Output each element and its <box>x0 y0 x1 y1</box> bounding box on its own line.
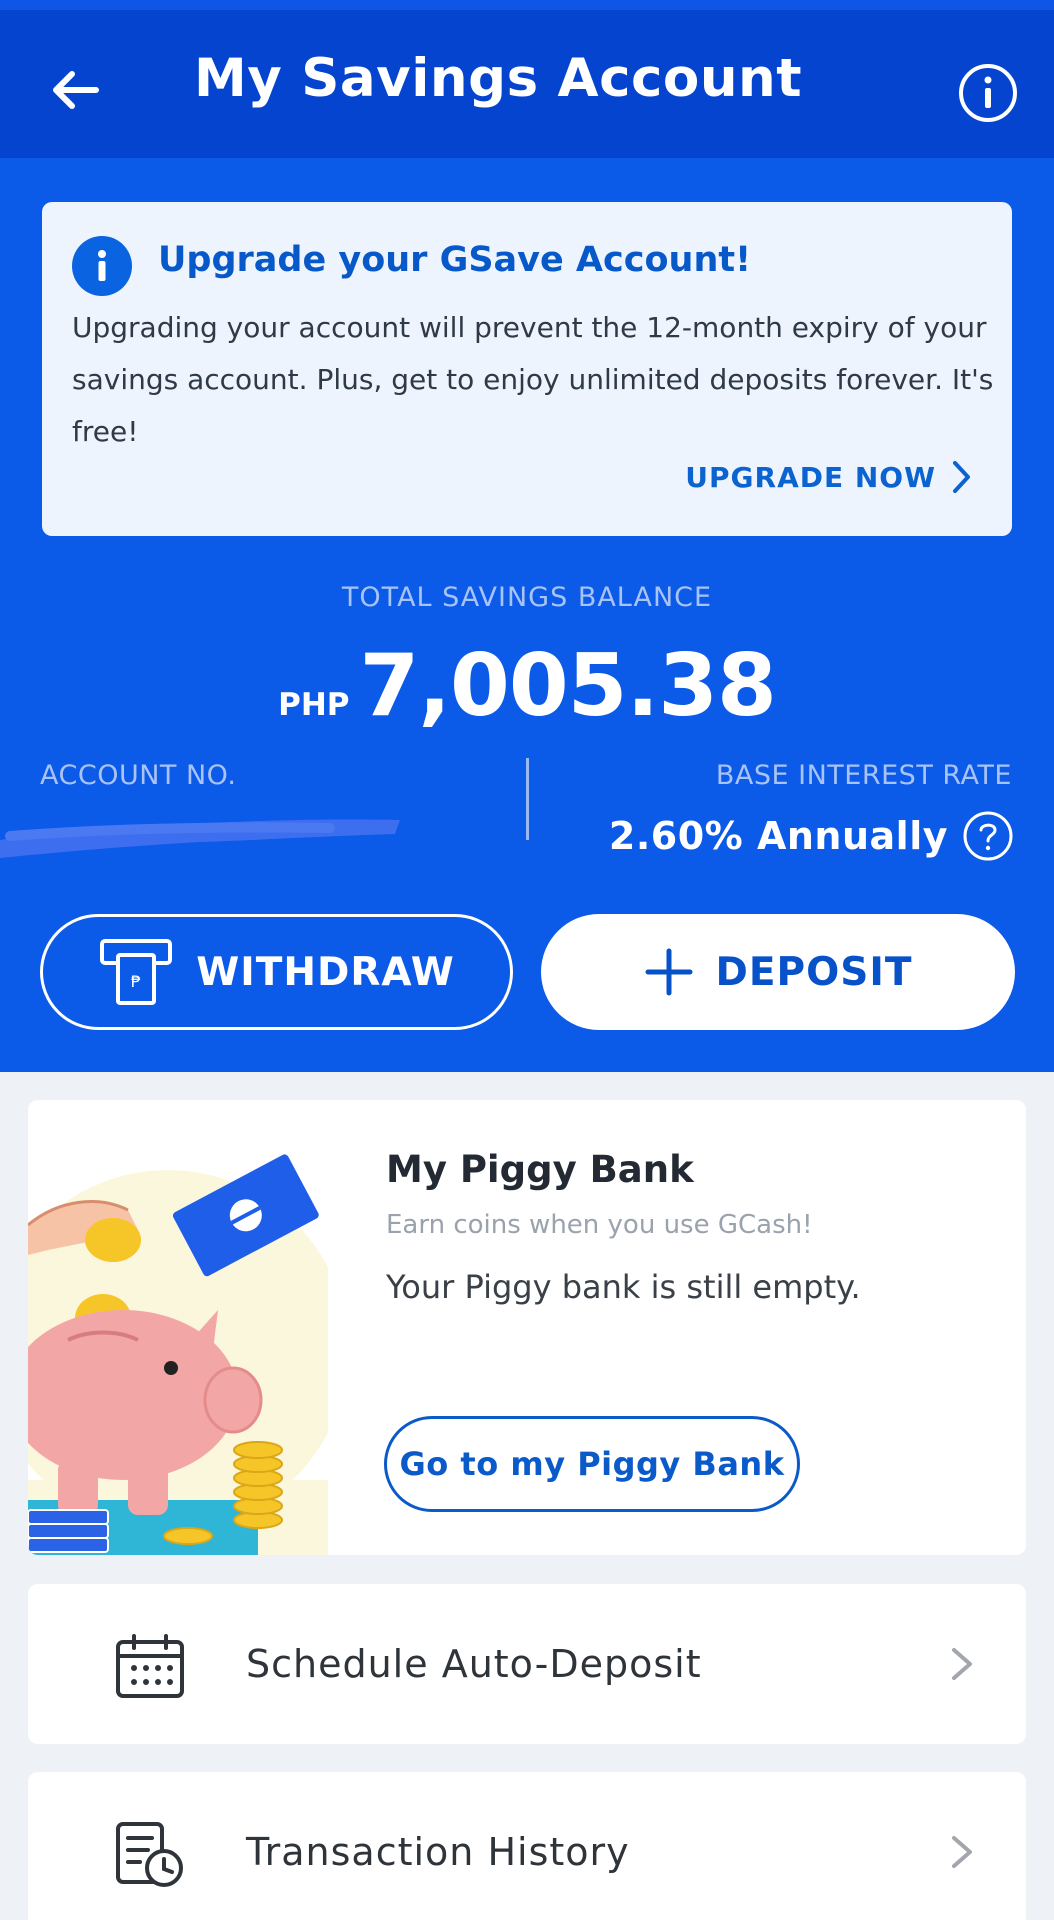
info-divider <box>526 758 529 840</box>
chevron-right-icon <box>952 1648 972 1680</box>
account-number-redacted <box>0 819 400 858</box>
upgrade-body: Upgrading your account will prevent the … <box>72 311 994 448</box>
balance-label: TOTAL SAVINGS BALANCE <box>341 582 713 613</box>
plus-icon <box>645 948 693 996</box>
deposit-label: DEPOSIT <box>715 949 913 995</box>
upgrade-now-link[interactable]: UPGRADE NOW <box>685 460 972 494</box>
menu-item-schedule-auto-deposit[interactable]: Schedule Auto-Deposit <box>28 1584 1026 1744</box>
interest-rate-row: 2.60% Annually <box>609 810 1014 862</box>
piggy-bank-card: My Piggy Bank Earn coins when you use GC… <box>28 1100 1026 1555</box>
upgrade-now-label: UPGRADE NOW <box>685 460 936 494</box>
interest-rate-label: BASE INTEREST RATE <box>715 760 1012 791</box>
status-strip <box>0 0 1054 10</box>
history-clock-icon <box>116 1822 183 1887</box>
upgrade-title: Upgrade your GSave Account! <box>158 240 752 280</box>
piggy-bank-status: Your Piggy bank is still empty. <box>386 1268 861 1306</box>
piggy-bank-title: My Piggy Bank <box>386 1148 694 1191</box>
account-number-label: ACCOUNT NO. <box>40 760 237 791</box>
menu-item-label: Schedule Auto-Deposit <box>246 1642 702 1686</box>
piggy-bank-illustration <box>28 1154 328 1555</box>
help-question-icon[interactable] <box>962 810 1014 862</box>
balance-value: PHP 7,005.38 <box>0 636 1054 736</box>
info-circle-icon[interactable] <box>957 62 1019 124</box>
balance-currency: PHP <box>278 687 350 723</box>
calendar-icon <box>116 1634 184 1698</box>
svg-text:₱: ₱ <box>131 972 141 991</box>
chevron-right-icon <box>952 1836 972 1868</box>
interest-rate-value: 2.60% Annually <box>608 814 948 858</box>
menu-item-transaction-history[interactable]: Transaction History <box>28 1772 1026 1920</box>
balance-amount: 7,005.38 <box>359 636 777 736</box>
savings-hero: Upgrade your GSave Account! Upgrading yo… <box>0 158 1054 1072</box>
go-to-piggy-bank-button[interactable]: Go to my Piggy Bank <box>384 1416 800 1512</box>
atm-withdraw-icon: ₱ <box>100 939 173 1005</box>
app-header: My Savings Account <box>0 10 1054 158</box>
chevron-right-icon <box>953 461 970 493</box>
back-arrow-icon[interactable] <box>46 60 106 120</box>
page-title: My Savings Account <box>194 48 803 109</box>
menu-item-label: Transaction History <box>246 1830 630 1874</box>
withdraw-label: WITHDRAW <box>196 949 455 995</box>
upgrade-banner: Upgrade your GSave Account! Upgrading yo… <box>42 202 1012 536</box>
info-filled-icon <box>72 236 132 296</box>
piggy-bank-subtitle: Earn coins when you use GCash! <box>386 1210 813 1240</box>
deposit-button[interactable]: DEPOSIT <box>541 914 1015 1030</box>
withdraw-button[interactable]: ₱ WITHDRAW <box>40 914 513 1030</box>
